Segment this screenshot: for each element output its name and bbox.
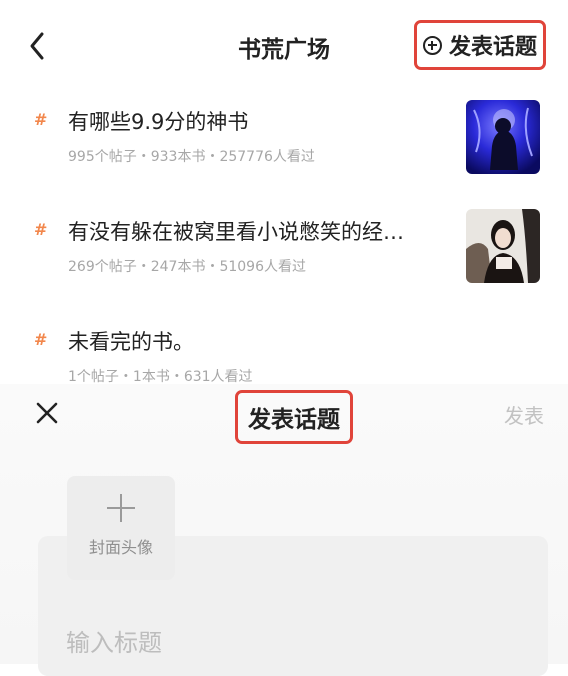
plus-circle-icon [422,35,442,55]
topic-item[interactable]: # 未看完的书。 1个帖子・1本书・631人看过 [0,326,568,386]
new-topic-label: 发表话题 [448,35,537,60]
close-icon[interactable] [34,400,60,426]
topic-meta: 995个帖子・933本书・257776人看过 [68,149,315,165]
topic-cover-image [466,100,540,174]
topic-meta: 1个帖子・1本书・631人看过 [68,369,253,385]
hash-icon: # [34,110,48,129]
hash-icon: # [34,330,48,349]
plus-icon [107,494,135,522]
compose-topic-panel: 发表话题 发表 封面头像 [0,384,568,676]
new-topic-button[interactable]: 发表话题 [414,20,546,70]
topic-title: 有没有躲在被窝里看小说憋笑的经… [68,220,404,244]
topic-title: 未看完的书。 [68,330,194,354]
compose-title: 发表话题 [248,407,340,433]
publish-button[interactable]: 发表 [504,400,544,429]
topic-item[interactable]: # 有哪些9.9分的神书 995个帖子・933本书・257776人看过 [0,100,568,186]
hash-icon: # [34,220,48,239]
topic-meta: 269个帖子・247本书・51096人看过 [68,259,306,275]
compose-title-highlight: 发表话题 [235,390,353,444]
topic-cover-image [466,209,540,283]
topic-title: 有哪些9.9分的神书 [68,110,249,134]
title-input[interactable] [64,622,508,664]
cover-upload-button[interactable]: 封面头像 [67,476,175,580]
cover-upload-label: 封面头像 [88,538,153,557]
plaza-header: 书荒广场 发表话题 [0,0,568,92]
topic-item[interactable]: # 有没有躲在被窝里看小说憋笑的经… 269个帖子・247本书・51096人看过 [0,209,568,296]
